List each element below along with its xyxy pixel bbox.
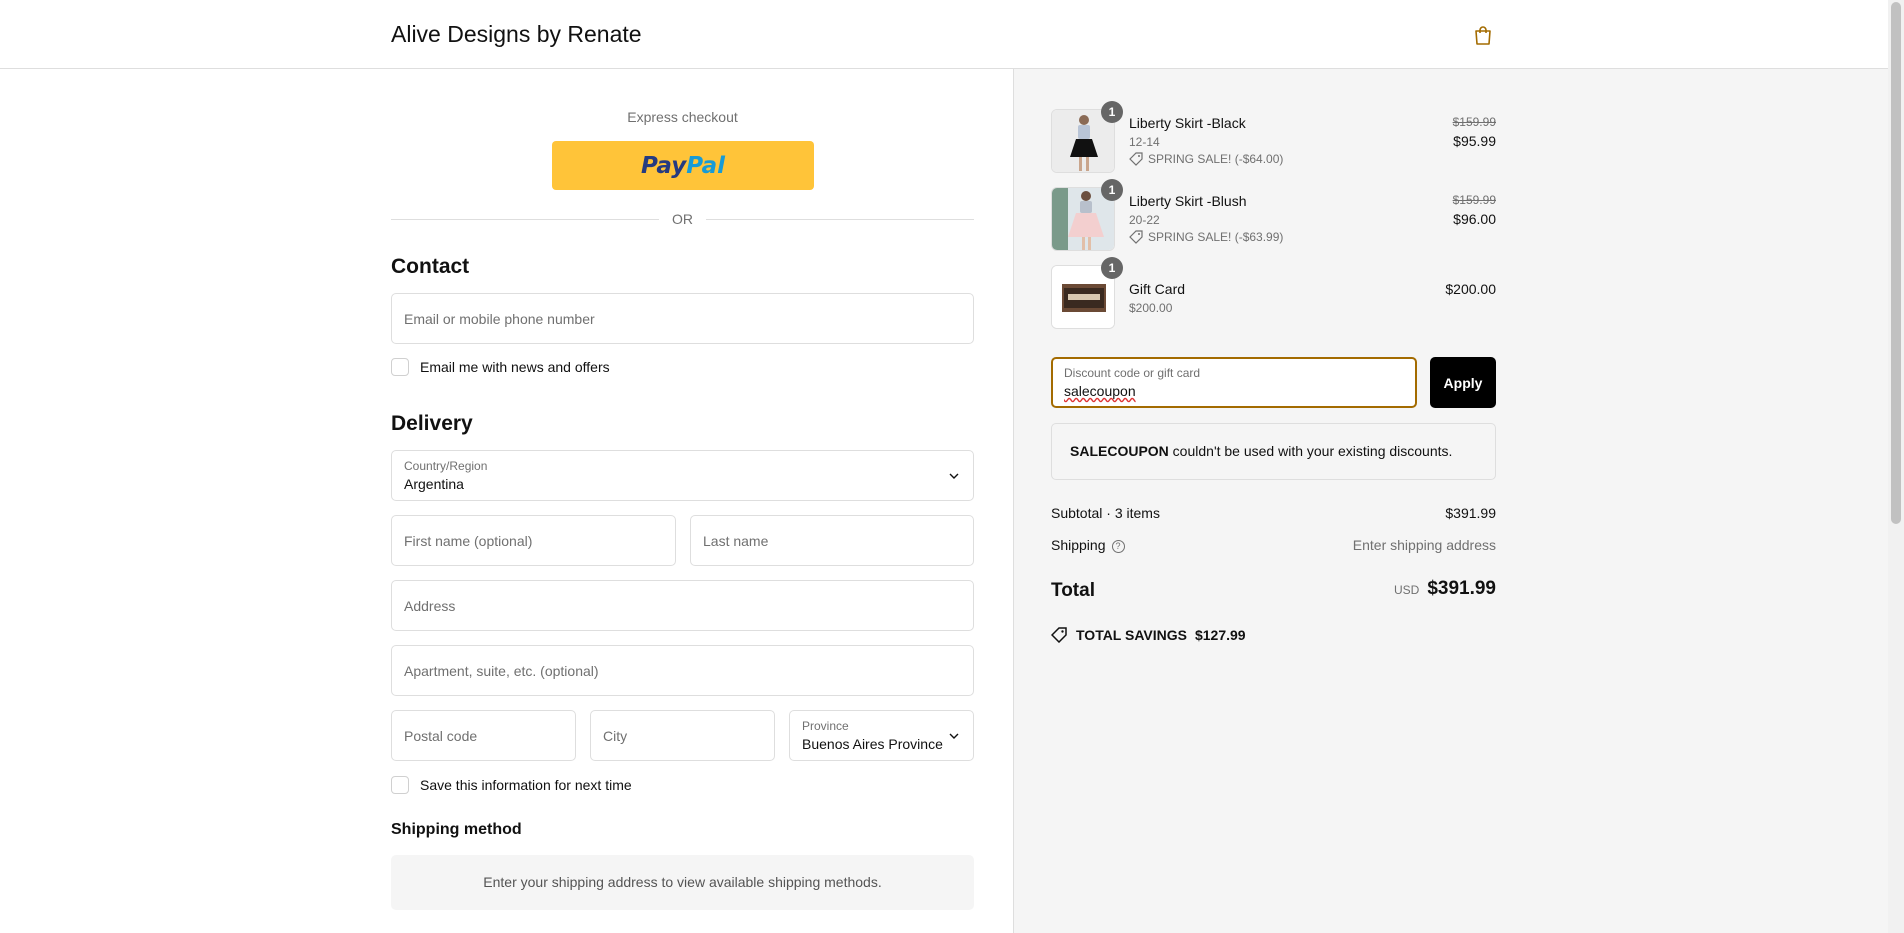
checkout-form: Express checkout Pay Pal OR Contact Email… <box>0 69 1013 933</box>
savings-value: $127.99 <box>1194 627 1246 643</box>
shipping-value: Enter shipping address <box>1352 537 1496 553</box>
delivery-title: Delivery <box>391 412 473 435</box>
item-name: Gift Card <box>1129 281 1186 297</box>
item-price-original: $159.99 <box>1452 193 1496 207</box>
scrollbar-thumb[interactable] <box>1891 2 1901 524</box>
province-select[interactable]: Province Buenos Aires Province <box>789 710 974 761</box>
item-price: $95.99 <box>1453 133 1496 149</box>
page-scrollbar[interactable] <box>1888 0 1904 933</box>
subtotal-label: Subtotal · 3 items <box>1051 505 1160 521</box>
item-name: Liberty Skirt -Blush <box>1129 193 1247 209</box>
last-name-placeholder: Last name <box>703 533 769 549</box>
total-row: Total USD $391.99 <box>1051 578 1496 602</box>
tag-icon <box>1129 152 1143 166</box>
address-placeholder: Address <box>404 598 456 614</box>
store-name[interactable]: Alive Designs by Renate <box>391 21 642 48</box>
country-select[interactable]: Country/Region Argentina <box>391 450 974 501</box>
apply-discount-button[interactable]: Apply <box>1430 357 1496 408</box>
paypal-logo-pay: Pay <box>641 152 687 179</box>
discount-code-input[interactable]: Discount code or gift card salecoupon <box>1051 357 1417 408</box>
error-text: couldn't be used with your existing disc… <box>1168 443 1453 459</box>
shopping-bag-icon[interactable] <box>1472 24 1494 46</box>
email-placeholder: Email or mobile phone number <box>404 311 595 327</box>
save-info-checkbox[interactable] <box>391 776 409 794</box>
tag-icon <box>1129 230 1143 244</box>
save-info-label: Save this information for next time <box>420 777 632 793</box>
last-name-field[interactable]: Last name <box>690 515 974 566</box>
item-name: Liberty Skirt -Black <box>1129 115 1246 131</box>
shipping-label: Shipping <box>1051 537 1106 553</box>
chevron-down-icon <box>949 733 959 739</box>
city-field[interactable]: City <box>590 710 775 761</box>
item-variant: 12-14 <box>1129 135 1160 149</box>
contact-title: Contact <box>391 255 470 278</box>
error-coupon-code: SALECOUPON <box>1070 443 1169 459</box>
country-value: Argentina <box>404 476 464 492</box>
checkout-header: Alive Designs by Renate <box>0 0 1888 69</box>
line-item: 1 Liberty Skirt -Blush 20-22 SPRING SALE… <box>1051 179 1496 251</box>
email-field[interactable]: Email or mobile phone number <box>391 293 974 344</box>
paypal-button[interactable]: Pay Pal <box>552 141 814 190</box>
savings-label: TOTAL SAVINGS <box>1076 627 1187 643</box>
first-name-field[interactable]: First name (optional) <box>391 515 676 566</box>
quantity-badge: 1 <box>1101 257 1123 279</box>
apartment-field[interactable]: Apartment, suite, etc. (optional) <box>391 645 974 696</box>
total-savings: TOTAL SAVINGS $127.99 <box>1051 627 1246 643</box>
item-discount: SPRING SALE! (-$64.00) <box>1129 152 1283 166</box>
line-item: 1 Liberty Skirt -Black 12-14 SPRING SALE… <box>1051 101 1496 173</box>
item-price: $200.00 <box>1445 281 1496 297</box>
province-label: Province <box>802 719 849 733</box>
first-name-placeholder: First name (optional) <box>404 533 533 549</box>
chevron-down-icon <box>949 473 959 479</box>
city-placeholder: City <box>603 728 628 744</box>
item-price-original: $159.99 <box>1452 115 1496 129</box>
order-summary: 1 Liberty Skirt -Black 12-14 SPRING SALE… <box>1013 69 1888 933</box>
item-variant: 20-22 <box>1129 213 1160 227</box>
express-checkout-title: Express checkout <box>627 109 738 125</box>
subtotal-value: $391.99 <box>1445 505 1496 521</box>
item-discount-text: SPRING SALE! (-$64.00) <box>1148 152 1284 166</box>
line-item: 1 Gift Card $200.00 $200.00 <box>1051 257 1496 329</box>
discount-code-label: Discount code or gift card <box>1064 366 1201 380</box>
discount-error-message: SALECOUPON couldn't be used with your ex… <box>1051 423 1496 480</box>
subtotal-row: Subtotal · 3 items $391.99 <box>1051 505 1496 521</box>
total-currency: USD <box>1393 583 1420 597</box>
tag-icon <box>1051 627 1067 643</box>
postal-code-placeholder: Postal code <box>404 728 478 744</box>
save-info-checkbox-row[interactable]: Save this information for next time <box>391 776 632 794</box>
quantity-badge: 1 <box>1101 179 1123 201</box>
shipping-method-message: Enter your shipping address to view avai… <box>391 855 974 910</box>
address-field[interactable]: Address <box>391 580 974 631</box>
item-discount: SPRING SALE! (-$63.99) <box>1129 230 1283 244</box>
help-icon[interactable]: ? <box>1111 539 1125 553</box>
shipping-row: Shipping? Enter shipping address <box>1051 537 1496 553</box>
apartment-placeholder: Apartment, suite, etc. (optional) <box>404 663 599 679</box>
or-divider: OR <box>391 209 974 229</box>
divider-line <box>706 219 974 220</box>
total-label: Total <box>1051 580 1095 601</box>
shipping-method-title: Shipping method <box>391 821 522 838</box>
news-checkbox-row[interactable]: Email me with news and offers <box>391 358 610 376</box>
total-value: $391.99 <box>1427 578 1496 599</box>
discount-code-value: salecoupon <box>1064 383 1136 399</box>
country-label: Country/Region <box>404 459 488 473</box>
postal-code-field[interactable]: Postal code <box>391 710 576 761</box>
item-price: $96.00 <box>1453 211 1496 227</box>
paypal-logo-pal: Pal <box>686 152 725 179</box>
quantity-badge: 1 <box>1101 101 1123 123</box>
item-discount-text: SPRING SALE! (-$63.99) <box>1148 230 1284 244</box>
total-amount: USD $391.99 <box>1394 578 1496 600</box>
item-variant: $200.00 <box>1129 301 1173 315</box>
province-value: Buenos Aires Province <box>802 736 943 752</box>
news-checkbox[interactable] <box>391 358 409 376</box>
news-checkbox-label: Email me with news and offers <box>420 359 610 375</box>
